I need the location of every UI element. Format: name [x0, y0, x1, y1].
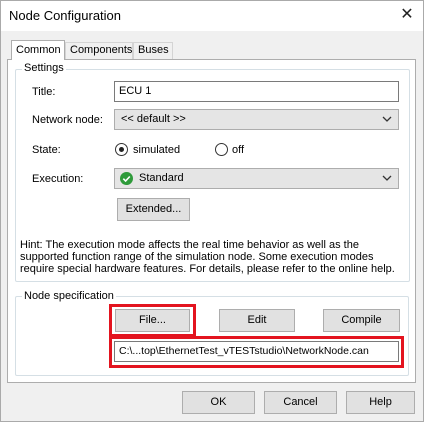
- title-field[interactable]: ECU 1: [114, 81, 399, 102]
- edit-button[interactable]: Edit: [219, 309, 295, 332]
- help-button[interactable]: Help: [346, 391, 415, 414]
- compile-button[interactable]: Compile: [323, 309, 400, 332]
- network-node-label: Network node:: [32, 114, 103, 126]
- node-configuration-dialog: Node Configuration ✕ Common Components B…: [0, 0, 424, 422]
- state-label: State:: [32, 144, 61, 156]
- network-node-value: << default >>: [121, 113, 186, 125]
- radio-simulated[interactable]: [115, 143, 128, 156]
- chevron-down-icon: [382, 175, 392, 181]
- execution-label: Execution:: [32, 173, 84, 185]
- execution-select[interactable]: Standard: [114, 168, 399, 189]
- window-title: Node Configuration: [9, 8, 122, 23]
- path-field-highlight: [109, 336, 404, 368]
- execution-value: Standard: [139, 172, 184, 184]
- tab-common[interactable]: Common: [11, 40, 65, 60]
- radio-simulated-label[interactable]: simulated: [133, 144, 180, 156]
- hint-text: Hint: The execution mode affects the rea…: [20, 239, 395, 275]
- check-circle-icon: [120, 172, 133, 185]
- tab-components[interactable]: Components: [65, 42, 133, 59]
- settings-group-title: Settings: [22, 62, 66, 74]
- close-icon[interactable]: ✕: [395, 4, 419, 28]
- radio-off-label[interactable]: off: [232, 144, 244, 156]
- file-button-highlight: [109, 304, 196, 337]
- title-bar: Node Configuration ✕: [1, 1, 423, 31]
- node-specification-title: Node specification: [22, 290, 116, 302]
- tab-buses[interactable]: Buses: [133, 42, 173, 59]
- extended-button[interactable]: Extended...: [117, 198, 190, 221]
- cancel-button[interactable]: Cancel: [264, 391, 337, 414]
- radio-off[interactable]: [215, 143, 228, 156]
- title-label: Title:: [32, 86, 56, 98]
- radio-selected-dot: [119, 147, 124, 152]
- ok-button[interactable]: OK: [182, 391, 255, 414]
- network-node-select[interactable]: << default >>: [114, 109, 399, 130]
- chevron-down-icon: [382, 116, 392, 122]
